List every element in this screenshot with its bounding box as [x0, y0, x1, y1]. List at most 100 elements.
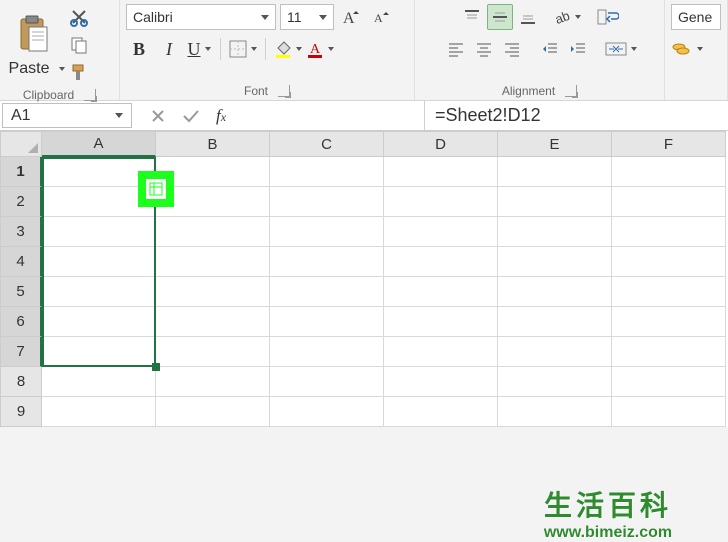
cell-B9[interactable]: [156, 397, 270, 427]
cell-F8[interactable]: [612, 367, 726, 397]
clipboard-launcher-icon[interactable]: [84, 89, 96, 101]
column-header-F[interactable]: F: [612, 131, 726, 157]
font-size-combo[interactable]: 11: [280, 4, 334, 30]
name-box[interactable]: A1: [2, 103, 132, 128]
alignment-launcher-icon[interactable]: [565, 85, 577, 97]
cell-A5[interactable]: [42, 277, 156, 307]
column-header-E[interactable]: E: [498, 131, 612, 157]
cell-C9[interactable]: [270, 397, 384, 427]
align-right-button[interactable]: [499, 36, 525, 62]
cell-E7[interactable]: [498, 337, 612, 367]
row-header-3[interactable]: 3: [0, 217, 42, 247]
cell-F7[interactable]: [612, 337, 726, 367]
row-header-9[interactable]: 9: [0, 397, 42, 427]
column-header-C[interactable]: C: [270, 131, 384, 157]
font-color-button[interactable]: A: [306, 36, 334, 62]
cell-F6[interactable]: [612, 307, 726, 337]
cell-C8[interactable]: [270, 367, 384, 397]
underline-button[interactable]: U: [186, 36, 212, 62]
cell-E4[interactable]: [498, 247, 612, 277]
cell-F3[interactable]: [612, 217, 726, 247]
orientation-button[interactable]: ab: [553, 4, 581, 30]
cell-D6[interactable]: [384, 307, 498, 337]
align-left-button[interactable]: [443, 36, 469, 62]
increase-font-size-button[interactable]: A: [338, 4, 364, 30]
cell-C5[interactable]: [270, 277, 384, 307]
cell-D1[interactable]: [384, 157, 498, 187]
column-header-D[interactable]: D: [384, 131, 498, 157]
cell-B5[interactable]: [156, 277, 270, 307]
cell-A6[interactable]: [42, 307, 156, 337]
cell-C1[interactable]: [270, 157, 384, 187]
cell-B4[interactable]: [156, 247, 270, 277]
column-header-B[interactable]: B: [156, 131, 270, 157]
decrease-indent-button[interactable]: [537, 36, 563, 62]
italic-button[interactable]: I: [156, 36, 182, 62]
fill-color-button[interactable]: [274, 36, 302, 62]
insert-function-button[interactable]: fx: [216, 106, 226, 126]
number-format-combo[interactable]: Gene: [671, 4, 721, 30]
cell-D3[interactable]: [384, 217, 498, 247]
paste-button[interactable]: [11, 12, 57, 58]
paste-dropdown[interactable]: Paste: [3, 60, 66, 78]
formula-input[interactable]: =Sheet2!D12: [424, 101, 728, 130]
borders-button[interactable]: [229, 36, 257, 62]
cell-C2[interactable]: [270, 187, 384, 217]
cell-A4[interactable]: [42, 247, 156, 277]
align-middle-button[interactable]: [487, 4, 513, 30]
cell-E1[interactable]: [498, 157, 612, 187]
cell-F1[interactable]: [612, 157, 726, 187]
cell-E9[interactable]: [498, 397, 612, 427]
cell-C4[interactable]: [270, 247, 384, 277]
align-center-button[interactable]: [471, 36, 497, 62]
column-header-A[interactable]: A: [42, 131, 156, 157]
cell-D4[interactable]: [384, 247, 498, 277]
cell-B7[interactable]: [156, 337, 270, 367]
cell-D5[interactable]: [384, 277, 498, 307]
cell-B3[interactable]: [156, 217, 270, 247]
cell-D7[interactable]: [384, 337, 498, 367]
cell-F4[interactable]: [612, 247, 726, 277]
cell-B6[interactable]: [156, 307, 270, 337]
decrease-font-size-button[interactable]: A: [368, 4, 394, 30]
cell-B8[interactable]: [156, 367, 270, 397]
cell-C3[interactable]: [270, 217, 384, 247]
cancel-formula-button[interactable]: [150, 108, 166, 124]
font-name-combo[interactable]: Calibri: [126, 4, 276, 30]
format-painter-button[interactable]: [66, 60, 92, 86]
row-header-6[interactable]: 6: [0, 307, 42, 337]
align-top-button[interactable]: [459, 4, 485, 30]
merge-center-button[interactable]: [605, 36, 637, 62]
copy-button[interactable]: [66, 32, 92, 58]
row-header-4[interactable]: 4: [0, 247, 42, 277]
cell-D8[interactable]: [384, 367, 498, 397]
bold-button[interactable]: B: [126, 36, 152, 62]
row-header-1[interactable]: 1: [0, 157, 42, 187]
row-header-8[interactable]: 8: [0, 367, 42, 397]
cell-E5[interactable]: [498, 277, 612, 307]
wrap-text-button[interactable]: [595, 4, 621, 30]
enter-formula-button[interactable]: [182, 108, 200, 124]
cell-E2[interactable]: [498, 187, 612, 217]
select-all-corner[interactable]: [0, 131, 42, 157]
row-header-7[interactable]: 7: [0, 337, 42, 367]
cell-A9[interactable]: [42, 397, 156, 427]
increase-indent-button[interactable]: [565, 36, 591, 62]
cell-F2[interactable]: [612, 187, 726, 217]
accounting-format-button[interactable]: [671, 36, 703, 62]
cell-A3[interactable]: [42, 217, 156, 247]
cell-A7[interactable]: [42, 337, 156, 367]
cell-C6[interactable]: [270, 307, 384, 337]
cell-E6[interactable]: [498, 307, 612, 337]
row-header-5[interactable]: 5: [0, 277, 42, 307]
cell-E3[interactable]: [498, 217, 612, 247]
fill-handle[interactable]: [152, 363, 160, 371]
cell-C7[interactable]: [270, 337, 384, 367]
cell-D9[interactable]: [384, 397, 498, 427]
row-header-2[interactable]: 2: [0, 187, 42, 217]
cell-D2[interactable]: [384, 187, 498, 217]
align-bottom-button[interactable]: [515, 4, 541, 30]
cell-F9[interactable]: [612, 397, 726, 427]
cut-button[interactable]: [66, 4, 92, 30]
font-launcher-icon[interactable]: [278, 85, 290, 97]
